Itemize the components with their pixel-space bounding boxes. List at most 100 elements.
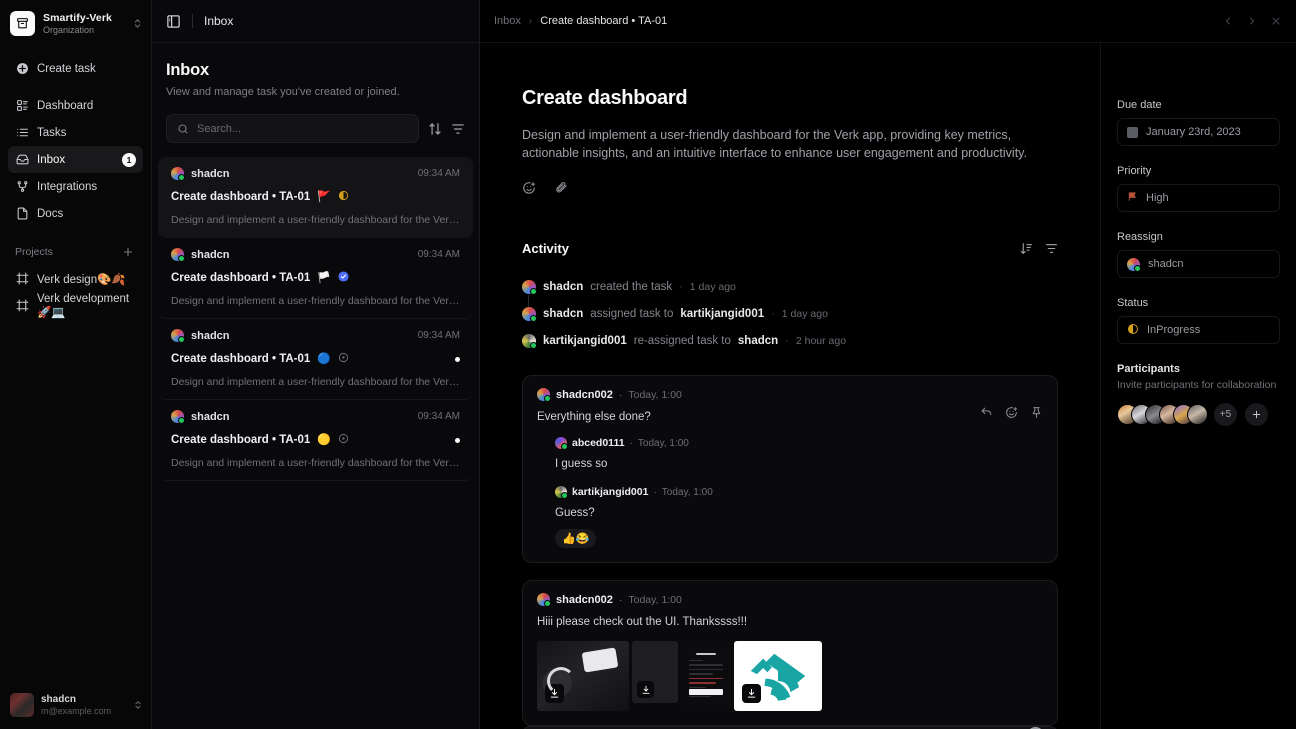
due-date-field[interactable]: January 23rd, 2023 (1117, 118, 1280, 146)
download-icon[interactable] (637, 681, 654, 699)
chevron-updown-icon[interactable] (132, 18, 143, 29)
activity-verb: re-assigned task to (633, 335, 731, 348)
avatar (522, 307, 537, 323)
list-item[interactable]: shadcn 09:34 AM Create dashboard • TA-01… (158, 319, 473, 400)
avatar (537, 593, 551, 608)
list-item-time: 09:34 AM (417, 249, 460, 260)
comment-separator: · (618, 388, 623, 401)
divider (192, 14, 193, 28)
comment-actions (980, 406, 1043, 419)
paperclip-icon[interactable] (554, 181, 568, 195)
participants-overflow[interactable]: +5 (1214, 403, 1237, 426)
activity-actor: kartikjangid001 (543, 335, 627, 348)
sidebar-item-docs[interactable]: Docs (8, 200, 143, 227)
list-item-title: Create dashboard • TA-01 (171, 272, 311, 284)
inbox-list-column: Inbox Inbox View and manage task you've … (152, 0, 480, 729)
list-item-description: Design and implement a user-friendly das… (171, 457, 460, 469)
reply-icon[interactable] (980, 406, 993, 419)
todo-icon (338, 431, 349, 449)
comment-author: shadcn002 (556, 388, 613, 401)
due-date-value: January 23rd, 2023 (1146, 126, 1241, 138)
plus-circle-icon (15, 62, 29, 76)
reassign-field[interactable]: shadcn (1117, 250, 1280, 278)
avatar (171, 248, 185, 262)
priority-field[interactable]: High (1117, 184, 1280, 212)
sidebar-item-label: Inbox (37, 153, 66, 166)
sidebar-item-label: Tasks (37, 126, 67, 139)
create-task-button[interactable]: Create task (8, 55, 143, 82)
list-item-author: shadcn (191, 410, 230, 423)
list-item-time: 09:34 AM (417, 411, 460, 422)
sidebar-item-dashboard[interactable]: Dashboard (8, 92, 143, 119)
sort-desc-icon[interactable] (1020, 242, 1033, 255)
list-item-time: 09:34 AM (417, 168, 460, 179)
sidebar-project-verk-development[interactable]: Verk development 🚀💻 (8, 292, 143, 319)
user-name: shadcn (41, 693, 77, 705)
list-item-title: Create dashboard • TA-01 (171, 191, 311, 203)
page-title: Inbox (166, 61, 209, 79)
in-progress-icon (338, 188, 349, 206)
sidebar-item-inbox[interactable]: Inbox 1 (8, 146, 143, 173)
thumbnail-button (689, 689, 723, 696)
sidebar-item-tasks[interactable]: Tasks (8, 119, 143, 146)
list-item[interactable]: shadcn 09:34 AM Create dashboard • TA-01… (158, 400, 473, 481)
task-actions (522, 181, 1058, 195)
search-input[interactable] (197, 122, 408, 135)
list-item[interactable]: shadcn 09:34 AM Create dashboard • TA-01… (158, 157, 473, 238)
org-name: Smartify-Verk (43, 11, 113, 24)
comment-header: shadcn002 · Today, 1:00 (537, 593, 1043, 608)
status-label: Status (1117, 297, 1149, 309)
chevron-right-icon[interactable] (1246, 15, 1258, 27)
sidebar-item-integrations[interactable]: Integrations (8, 173, 143, 200)
activity-target: kartikjangid001 (680, 308, 765, 321)
download-icon[interactable] (742, 684, 761, 704)
filter-icon[interactable] (451, 122, 465, 136)
list-item-title-row: Create dashboard • TA-01 🟡 (171, 431, 460, 449)
activity-actor: shadcn (543, 308, 584, 321)
comment-time: Today, 1:00 (628, 388, 682, 401)
main-content: Inbox › Create dashboard • TA-01 Create … (480, 0, 1296, 729)
app-root: Smartify-Verk Organization Create task D… (0, 0, 1296, 729)
breadcrumb-root[interactable]: Inbox (494, 15, 521, 27)
filter-icon[interactable] (1045, 242, 1058, 255)
chevron-left-icon[interactable] (1222, 15, 1234, 27)
close-icon[interactable] (1270, 15, 1282, 27)
chevron-updown-icon[interactable] (133, 700, 143, 710)
status-field[interactable]: InProgress (1117, 316, 1280, 344)
emoji-add-icon[interactable] (522, 181, 536, 195)
org-switcher[interactable]: Smartify-Verk Organization (0, 0, 151, 47)
sort-icon[interactable] (428, 122, 442, 136)
sidebar-project-label: Verk development 🚀💻 (37, 292, 130, 319)
list-item-time: 09:34 AM (417, 330, 460, 341)
download-icon[interactable] (545, 684, 564, 704)
pin-icon[interactable] (1030, 406, 1043, 419)
reaction-chip[interactable]: 👍😂 (555, 529, 597, 549)
list-item-description: Design and implement a user-friendly das… (171, 214, 460, 226)
priority-label: Priority (1117, 165, 1152, 177)
calendar-icon (1127, 126, 1138, 138)
user-text: shadcn m@example.com (41, 694, 126, 717)
list-item[interactable]: shadcn 09:34 AM Create dashboard • TA-01… (158, 238, 473, 319)
attachment-thumbnail[interactable] (681, 641, 731, 712)
attachment-thumbnail[interactable] (537, 641, 629, 712)
sidebar-project-verk-design[interactable]: Verk design🎨🍂 (8, 265, 143, 292)
search-box[interactable] (166, 114, 419, 143)
attachment-thumbnail[interactable] (632, 641, 678, 704)
panel-left-icon[interactable] (166, 14, 181, 29)
priority-value: High (1146, 192, 1169, 204)
user-account-switcher[interactable]: shadcn m@example.com (0, 684, 151, 729)
comment-card: shadcn002 · Today, 1:00 Everything else … (522, 375, 1058, 564)
activity-separator: · (771, 308, 775, 321)
list-item-header: shadcn 09:34 AM (171, 410, 460, 424)
add-project-button[interactable] (122, 246, 134, 258)
list-item-header: shadcn 09:34 AM (171, 248, 460, 262)
avatar[interactable] (1187, 404, 1208, 425)
task-details-panel: Due date January 23rd, 2023 Priority Hig… (1100, 43, 1296, 729)
flag-icon: 🔵 (317, 352, 331, 365)
add-participant-button[interactable] (1245, 403, 1268, 426)
inbox-unread-badge: 1 (122, 152, 136, 167)
attachment-thumbnail[interactable] (734, 641, 822, 712)
todo-icon (338, 350, 349, 368)
emoji-add-icon[interactable] (1005, 406, 1018, 419)
